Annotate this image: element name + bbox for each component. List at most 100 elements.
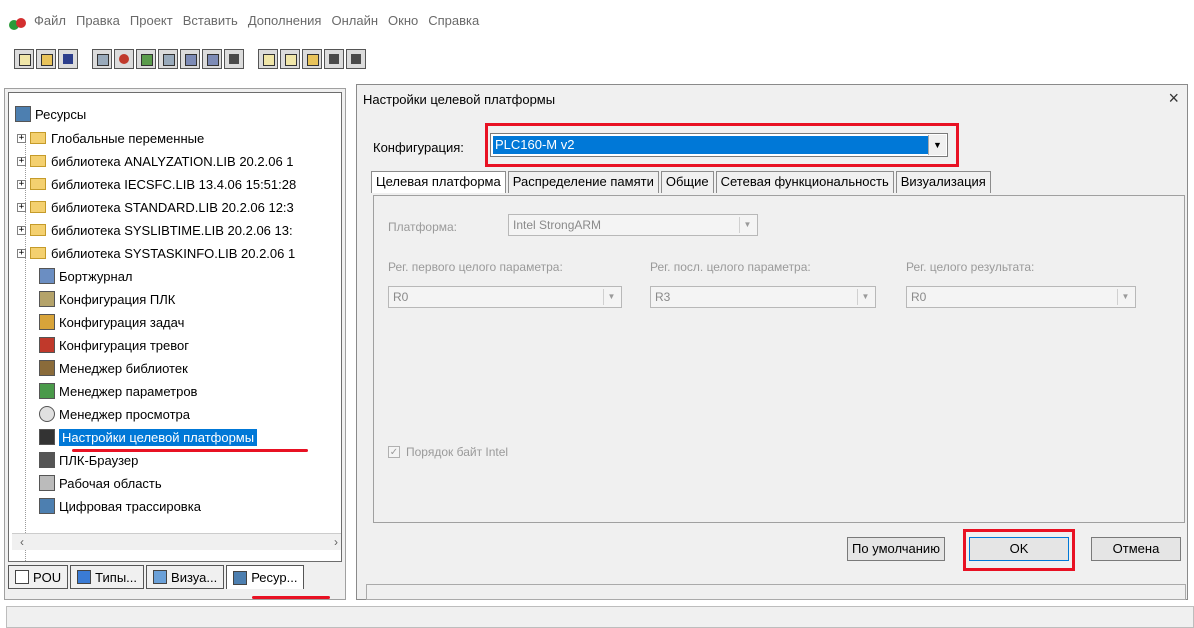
- tree-item-lib-systaskinfo[interactable]: + библиотека SYSTASKINFO.LIB 20.2.06 1: [17, 243, 295, 263]
- expand-icon[interactable]: +: [17, 133, 26, 143]
- chevron-down-icon[interactable]: ▼: [603, 289, 619, 305]
- tree-item-label: Цифровая трассировка: [59, 498, 201, 514]
- expand-icon[interactable]: +: [17, 225, 26, 235]
- menu-file[interactable]: Файл: [34, 13, 66, 33]
- breakpoint-icon[interactable]: [224, 49, 244, 69]
- folder-icon: [30, 247, 46, 259]
- tree-item-parameter-manager[interactable]: Менеджер параметров: [39, 381, 197, 401]
- menu-edit[interactable]: Правка: [76, 13, 120, 33]
- tree-item-trace[interactable]: Цифровая трассировка: [39, 496, 201, 516]
- copy-icon[interactable]: [280, 49, 300, 69]
- cancel-button[interactable]: Отмена: [1091, 537, 1181, 561]
- scroll-right-icon[interactable]: ›: [328, 535, 341, 549]
- resources-tree: Ресурсы + Глобальные переменные + библио…: [8, 92, 342, 562]
- replace-icon[interactable]: [346, 49, 366, 69]
- menu-online[interactable]: Онлайн: [331, 13, 378, 33]
- menu-project[interactable]: Проект: [130, 13, 173, 33]
- tab-resources[interactable]: Ресур...: [226, 565, 305, 589]
- workspace-icon: [39, 475, 55, 491]
- platform-select[interactable]: Intel StrongARM ▼: [508, 214, 758, 236]
- login-icon[interactable]: [136, 49, 156, 69]
- expand-icon[interactable]: +: [17, 248, 26, 258]
- last-param-label: Рег. посл. целого параметра:: [650, 260, 811, 274]
- tab-general[interactable]: Общие: [660, 171, 714, 193]
- tab-visualization-label: Визуа...: [171, 569, 218, 585]
- tab-visualization[interactable]: Визуа...: [146, 565, 225, 589]
- magnifier-icon: [39, 406, 55, 422]
- tree-item-task-config[interactable]: Конфигурация задач: [39, 312, 184, 332]
- close-icon[interactable]: ×: [1168, 88, 1179, 109]
- last-param-value: R3: [655, 290, 671, 304]
- tree-item-label: Менеджер просмотра: [59, 406, 190, 422]
- run-icon[interactable]: [180, 49, 200, 69]
- tab-visualization[interactable]: Визуализация: [895, 171, 991, 193]
- result-select[interactable]: R0 ▼: [906, 286, 1136, 308]
- first-param-select[interactable]: R0 ▼: [388, 286, 622, 308]
- app-icon: [9, 18, 26, 30]
- expand-icon[interactable]: +: [17, 156, 26, 166]
- step-icon[interactable]: [202, 49, 222, 69]
- cut-icon[interactable]: [258, 49, 278, 69]
- menu-window[interactable]: Окно: [388, 13, 418, 33]
- tree-item-label: Менеджер библиотек: [59, 360, 188, 376]
- task-config-icon: [39, 314, 55, 330]
- tree-item-label: библиотека IECSFC.LIB 13.4.06 15:51:28: [51, 176, 297, 192]
- save-icon[interactable]: [58, 49, 78, 69]
- tree-horizontal-scrollbar[interactable]: ‹ ›: [12, 533, 341, 550]
- target-platform-panel: Платформа: Intel StrongARM ▼ Рег. первог…: [373, 195, 1185, 523]
- tree-item-plc-browser[interactable]: ПЛК-Браузер: [39, 450, 138, 470]
- tree-item-label: Глобальные переменные: [51, 130, 205, 146]
- tab-types[interactable]: Типы...: [70, 565, 145, 589]
- tree-item-logbook[interactable]: Бортжурнал: [39, 266, 133, 286]
- tree-item-alarm-config[interactable]: Конфигурация тревог: [39, 335, 189, 355]
- last-param-select[interactable]: R3 ▼: [650, 286, 876, 308]
- find-icon[interactable]: [324, 49, 344, 69]
- default-button[interactable]: По умолчанию: [847, 537, 945, 561]
- tree-root-label: Ресурсы: [35, 106, 87, 122]
- tree-item-label: библиотека STANDARD.LIB 20.2.06 12:3: [51, 199, 294, 215]
- stop-icon[interactable]: [114, 49, 134, 69]
- scroll-left-icon[interactable]: ‹: [14, 535, 30, 549]
- tree-item-label: Рабочая область: [59, 475, 162, 491]
- alarm-config-icon: [39, 337, 55, 353]
- folder-icon: [30, 155, 46, 167]
- tree-item-lib-iecsfc[interactable]: + библиотека IECSFC.LIB 13.4.06 15:51:28: [17, 174, 296, 194]
- tab-pou[interactable]: POU: [8, 565, 69, 589]
- tab-resources-label: Ресур...: [251, 570, 298, 585]
- expand-icon[interactable]: +: [17, 179, 26, 189]
- build-icon[interactable]: [92, 49, 112, 69]
- chevron-down-icon[interactable]: ▼: [739, 217, 755, 233]
- tree-item-lib-syslibtime[interactable]: + библиотека SYSLIBTIME.LIB 20.2.06 13:: [17, 220, 293, 240]
- tab-memory-layout[interactable]: Распределение памяти: [507, 171, 659, 193]
- tab-network-functionality[interactable]: Сетевая функциональность: [715, 171, 894, 193]
- tab-target-platform[interactable]: Целевая платформа: [371, 171, 506, 193]
- menu-help[interactable]: Справка: [428, 13, 479, 33]
- menu-insert[interactable]: Вставить: [183, 13, 238, 33]
- editor-scrollbar[interactable]: [366, 584, 1186, 600]
- tree-root[interactable]: Ресурсы: [15, 105, 86, 123]
- tree-item-global-vars[interactable]: + Глобальные переменные: [17, 128, 204, 148]
- tree-item-target-settings[interactable]: Настройки целевой платформы: [39, 427, 258, 447]
- platform-value: Intel StrongARM: [513, 218, 602, 232]
- settings-tabs: Целевая платформа Распределение памяти О…: [371, 171, 993, 193]
- paste-icon[interactable]: [302, 49, 322, 69]
- parameter-manager-icon: [39, 383, 55, 399]
- tree-item-lib-standard[interactable]: + библиотека STANDARD.LIB 20.2.06 12:3: [17, 197, 294, 217]
- tree-item-label: Конфигурация ПЛК: [59, 291, 176, 307]
- chevron-down-icon[interactable]: ▼: [1117, 289, 1133, 305]
- open-folder-icon[interactable]: [36, 49, 56, 69]
- tree-item-lib-analyzation[interactable]: + библиотека ANALYZATION.LIB 20.2.06 1: [17, 151, 294, 171]
- folder-icon: [30, 132, 46, 144]
- menu-extras[interactable]: Дополнения: [248, 13, 322, 33]
- byte-order-checkbox[interactable]: ✓: [388, 446, 400, 458]
- first-param-value: R0: [393, 290, 409, 304]
- tree-item-label: Конфигурация тревог: [59, 337, 189, 353]
- tree-item-workspace[interactable]: Рабочая область: [39, 473, 162, 493]
- expand-icon[interactable]: +: [17, 202, 26, 212]
- tree-item-watch-manager[interactable]: Менеджер просмотра: [39, 404, 190, 424]
- logout-icon[interactable]: [158, 49, 178, 69]
- new-file-icon[interactable]: [14, 49, 34, 69]
- chevron-down-icon[interactable]: ▼: [857, 289, 873, 305]
- tree-item-library-manager[interactable]: Менеджер библиотек: [39, 358, 188, 378]
- tree-item-plc-config[interactable]: Конфигурация ПЛК: [39, 289, 175, 309]
